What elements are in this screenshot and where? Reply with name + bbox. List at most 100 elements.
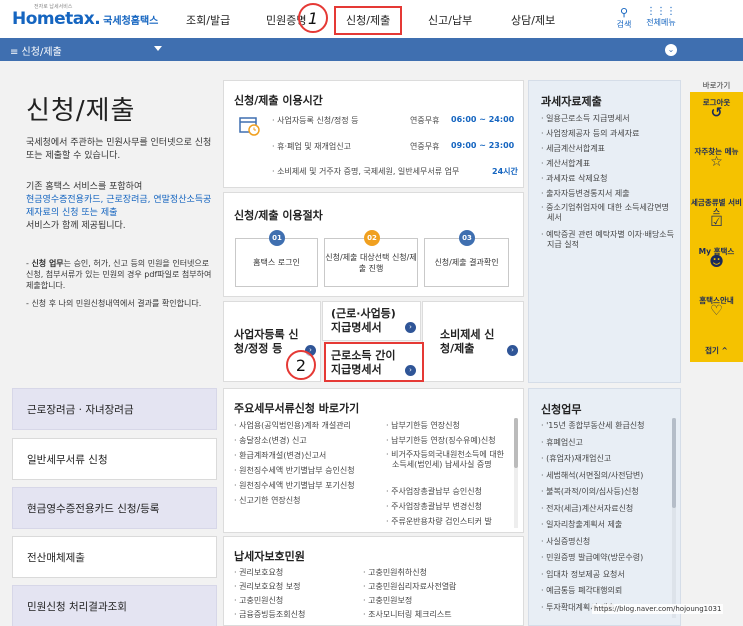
hours-row-2-days: 연중무휴	[410, 142, 440, 151]
all-menu-button[interactable]: ⋮⋮⋮ 전체메뉴	[643, 6, 679, 28]
sub-nav-current[interactable]: ≡ 신청/제출	[10, 43, 62, 58]
apply-work-item[interactable]: 사실증명신청	[541, 536, 671, 553]
apply-work-item[interactable]: 전자(세금)계산서자료신청	[541, 503, 671, 520]
left-menu-earned-income-credit[interactable]: 근로장려금 · 자녀장려금	[12, 388, 217, 430]
tax-data-item[interactable]: 사업장제공자 등의 과세자료	[541, 128, 675, 143]
intro-paragraph-1: 국세청에서 주관하는 민원사무를 인터넷으로 신청 또는 제출할 수 있습니다.	[26, 138, 212, 161]
checkbox-icon: ☑	[710, 214, 723, 230]
docs-scrollbar[interactable]	[514, 418, 518, 528]
intro-p2-a: 기존 홈택스 서비스를 포함하여	[26, 182, 143, 192]
docs-scroll-thumb[interactable]	[514, 418, 518, 468]
chevron-down-icon[interactable]: ⌄	[665, 44, 677, 56]
quick-my-hometax[interactable]: My 홈택스 ☻	[690, 247, 743, 269]
hours-row-1-time: 06:00 ~ 24:00	[451, 115, 515, 124]
apply-work-item[interactable]: 예금통등 폐각대행의뢰	[541, 585, 671, 602]
docs-item[interactable]: 사업용(공익법인용)계좌 개설관리	[234, 420, 384, 435]
tax-data-item[interactable]: 출자자등변경통지서 제출	[541, 188, 675, 203]
apply-work-item[interactable]: (휴업자)재개업신고	[541, 453, 671, 470]
hours-row-2-label: 휴·폐업 및 재개업신고	[272, 141, 351, 152]
quick-collapse[interactable]: 접기 ^	[690, 346, 743, 355]
docs-item[interactable]: 주류운반용차량 검인스티커 발	[386, 516, 512, 531]
docs-item[interactable]: · 비거주자등의국내원천소득에 대한 소득세(법인세) 납세사실 증명	[386, 450, 512, 486]
annotation-red-box	[334, 6, 402, 35]
tax-data-item[interactable]: 세금계산서합계표	[541, 143, 675, 158]
quick-favorites[interactable]: 자주찾는 메뉴 ☆	[690, 147, 743, 170]
docs-item[interactable]: 주사업장총괄납부 승인신청	[386, 486, 512, 501]
quick-guide[interactable]: 홈택스안내 ♡	[690, 296, 743, 318]
tax-data-item[interactable]: 계산서합계표	[541, 158, 675, 173]
apply-work-item[interactable]: 불복(과적/이의/심사등)신청	[541, 486, 671, 503]
tax-data-item[interactable]: 일용근로소득 지급명세서	[541, 113, 675, 128]
tax-data-item[interactable]: · 예탁증권 관련 예탁자별 이자·배당소득 지급 실적	[541, 230, 675, 257]
protect-item[interactable]: 권리보호요청	[234, 567, 364, 581]
go-arrow-icon: ›	[405, 365, 416, 376]
docs-item[interactable]: 납부기한등 연장(징수유예)신청	[386, 435, 512, 450]
protect-item[interactable]: 고충민원보정	[363, 595, 513, 609]
docs-item-text: 비거주자등의국내원천소득에 대한 소득세(법인세) 납세사실 증명	[391, 450, 505, 469]
go-arrow-icon: ›	[405, 322, 416, 333]
protect-item[interactable]: 고충민원심리자료사전열람	[363, 581, 513, 595]
apply-work-scroll-thumb[interactable]	[672, 418, 676, 508]
docs-item[interactable]: 원천징수세액 반기별납부 승인신청	[234, 465, 384, 480]
apply-work-scrollbar[interactable]	[672, 418, 676, 618]
hours-row-3-label: 소비제세 및 거주자 증명, 국제세원, 일반세무서류 업무	[272, 166, 459, 177]
docs-item[interactable]: 송달장소(변경) 신고	[234, 435, 384, 450]
left-menu-general-tax-docs[interactable]: 일반세무서류 신청	[12, 438, 217, 480]
tax-data-item[interactable]: · 중소기업취업자에 대한 소득세감면명세서	[541, 203, 675, 230]
apply-work-list: '15년 종합부동산세 환급신청 휴폐업신고 (휴업자)재개업신고 세법해석(서…	[541, 420, 671, 618]
apply-work-item[interactable]: 휴폐업신고	[541, 437, 671, 454]
nav-lookup-issue[interactable]: 조회/발급	[186, 12, 230, 28]
grid-icon: ⋮⋮⋮	[646, 6, 676, 17]
logo-tagline: 전자로 납세서비스	[34, 4, 73, 10]
consumption-tax-label: 소비제세 신청/제출	[440, 328, 495, 355]
apply-work-item[interactable]: 일자리창출계획서 제출	[541, 519, 671, 536]
procedure-title: 신청/제출 이용절차	[234, 209, 323, 222]
apply-work-item[interactable]: 세법해석(서면질의/사전답변)	[541, 470, 671, 487]
quick-tax-type[interactable]: 세금종류별 서비스 ☑	[690, 198, 743, 230]
tax-data-item[interactable]: 과세자료 삭제요청	[541, 173, 675, 188]
logo-sub: 국세청홈택스	[103, 16, 159, 27]
step-number-2: 02	[364, 230, 380, 246]
left-menu-electronic-media[interactable]: 전산매체제출	[12, 536, 217, 578]
nav-consult-report[interactable]: 상담/제보	[511, 12, 555, 28]
docs-item[interactable]: 신고기한 연장신청	[234, 495, 384, 510]
protect-item[interactable]: 조사모니터링 체크리스트	[363, 609, 513, 623]
protect-item[interactable]: 고충민원취하신청	[363, 567, 513, 581]
apply-work-item[interactable]: '15년 종합부동산세 환급신청	[541, 420, 671, 437]
intro-note-2: - 신청 후 나의 민원신청내역에서 결과를 확인합니다.	[26, 299, 202, 308]
docs-item[interactable]: 원천징수세액 반기별납부 포기신청	[234, 480, 384, 495]
protect-list-left: 권리보호요청 권리보호요청 보정 고충민원신청 금융증빙등조회신청	[234, 567, 364, 623]
logout-icon: ↺	[710, 105, 723, 121]
main-docs-title: 주요세무서류신청 바로가기	[234, 402, 360, 415]
protect-list-right: 고충민원취하신청 고충민원심리자료사전열람 고충민원보정 조사모니터링 체크리스…	[363, 567, 513, 623]
pay-statement-label: (근로·사업등) 지급명세서	[331, 307, 396, 334]
hometax-logo[interactable]: 전자로 납세서비스 Hometax. 국세청홈택스	[12, 4, 159, 31]
taxpayer-protect-title: 납세자보호민원	[234, 550, 305, 563]
tax-data-title: 과세자료제출	[541, 95, 602, 108]
apply-work-title: 신청업무	[541, 403, 582, 416]
apply-work-item[interactable]: 임대차 정보제공 요청서	[541, 569, 671, 586]
step-number-3: 03	[459, 230, 475, 246]
star-icon: ☆	[710, 154, 723, 170]
hours-title: 신청/제출 이용시간	[234, 94, 323, 107]
protect-item[interactable]: 금융증빙등조회신청	[234, 609, 364, 623]
page-title: 신청/제출	[26, 96, 136, 126]
protect-item[interactable]: 권리보호요청 보정	[234, 581, 364, 595]
docs-item[interactable]: 환급계좌개설(변경)신고서	[234, 450, 384, 465]
search-button[interactable]: ⚲ 검색	[611, 6, 637, 30]
nav-report-pay[interactable]: 신고/납부	[428, 12, 472, 28]
docs-item[interactable]: 주사업장총괄납부 변경신청	[386, 501, 512, 516]
simple-statement-label: 근로소득 간이지급명세서	[331, 349, 396, 376]
protect-item[interactable]: 고충민원신청	[234, 595, 364, 609]
left-menu-result-lookup[interactable]: 민원신청 처리결과조회	[12, 585, 217, 626]
apply-work-item[interactable]: 민원증명 발급예약(방문수령)	[541, 552, 671, 569]
caret-down-icon[interactable]	[154, 46, 162, 51]
docs-item[interactable]: 납부기한등 연장신청	[386, 420, 512, 435]
go-arrow-icon: ›	[507, 345, 518, 356]
quick-logout[interactable]: 로그아웃 ↺	[690, 98, 743, 121]
intro-p2-c: 서비스가 함께 제공됩니다.	[26, 221, 126, 231]
all-menu-label: 전체메뉴	[646, 18, 676, 27]
left-menu-cash-receipt-card[interactable]: 현금영수증전용카드 신청/등록	[12, 487, 217, 529]
intro-p2-link[interactable]: 현금영수증전용카드, 근로장려금, 연말정산소득공제자료의 신청 또는 제출	[26, 194, 216, 220]
hours-row-1-label: 사업자등록 신청/정정 등	[272, 115, 358, 126]
